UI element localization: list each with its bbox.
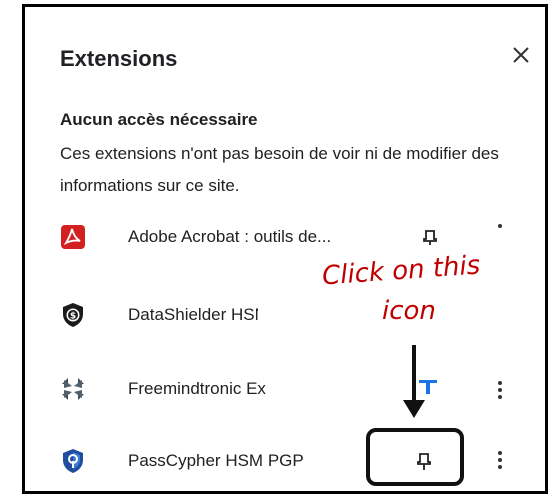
more-vert-icon xyxy=(498,381,502,399)
annotation-highlight-box xyxy=(366,428,464,486)
adobe-acrobat-icon xyxy=(60,224,86,250)
datashielder-icon: $ xyxy=(60,302,86,328)
extension-row-datashielder[interactable]: $ DataShielder HSN xyxy=(60,296,530,336)
pin-icon xyxy=(423,230,437,245)
pin-button[interactable] xyxy=(418,226,442,250)
passcypher-icon xyxy=(60,448,86,474)
extension-name: PassCypher HSM PGP xyxy=(128,451,304,470)
panel-title: Extensions xyxy=(60,46,178,71)
more-vert-icon xyxy=(498,224,502,228)
section-description: Ces extensions n'ont pas besoin de voir … xyxy=(60,144,499,195)
close-icon xyxy=(513,47,529,63)
more-options-button[interactable] xyxy=(490,378,510,402)
section-title: Aucun accès nécessaire xyxy=(60,110,258,129)
extension-row-freemindtronic[interactable]: Freemindtronic Ex xyxy=(60,370,530,410)
pin-filled-icon xyxy=(419,380,437,394)
annotation-text-line2: icon xyxy=(382,296,436,326)
close-button[interactable] xyxy=(506,40,536,70)
more-vert-icon xyxy=(498,451,502,469)
extension-name: Adobe Acrobat : outils de... xyxy=(128,227,332,246)
more-options-button[interactable] xyxy=(490,448,510,472)
arrow-down-icon xyxy=(403,400,425,418)
freemindtronic-icon xyxy=(60,376,86,402)
svg-text:$: $ xyxy=(70,312,76,322)
annotation-arrow xyxy=(412,345,416,403)
more-options-button[interactable] xyxy=(490,220,510,244)
extension-name: Freemindtronic Ex xyxy=(128,379,266,398)
pin-button-active[interactable] xyxy=(412,374,442,398)
extension-name: DataShielder HSN xyxy=(128,305,258,324)
